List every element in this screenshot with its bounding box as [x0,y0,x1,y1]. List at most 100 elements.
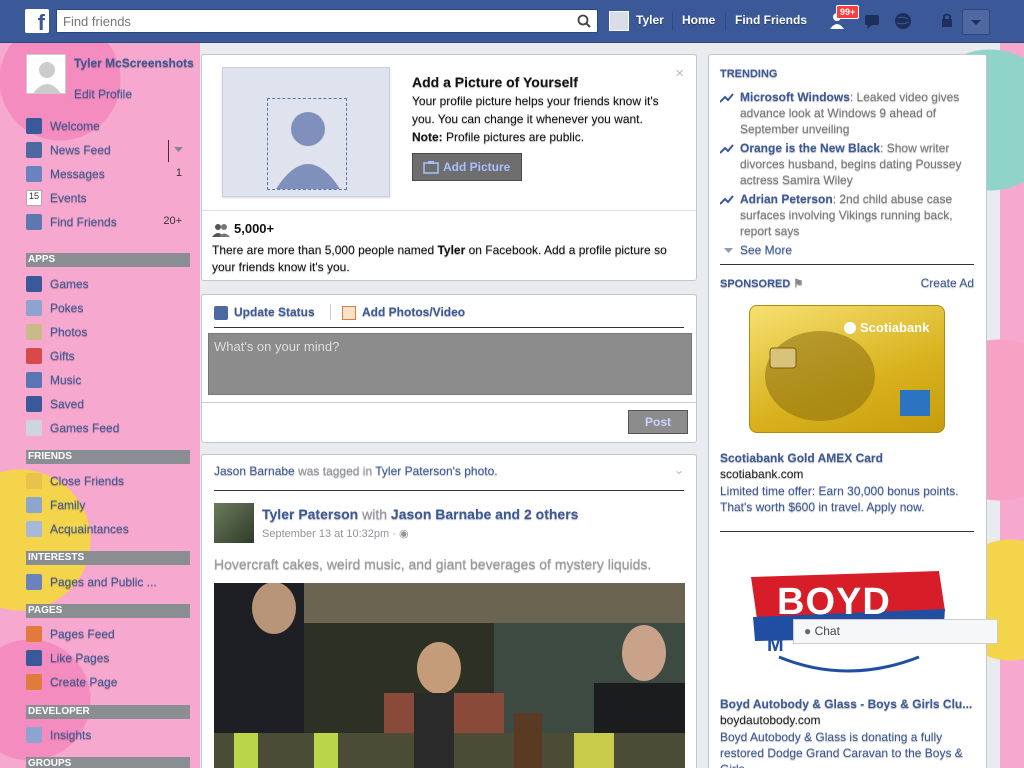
nav-label: Welcome [50,119,100,133]
nav-label: Events [50,191,87,205]
nav-item-close-friends[interactable]: Close Friends [26,471,190,491]
nav-label: Saved [50,397,85,411]
author-avatar[interactable] [214,503,254,543]
nav-item-family[interactable]: Family [26,495,190,515]
add-profile-picture-card: Add a Picture of Yourself Your profile p… [201,54,697,281]
people-count: 5,000+ [212,221,274,237]
right-column: TRENDING Microsoft Windows: Leaked video… [708,54,987,768]
photos-icon [26,324,42,340]
post-button[interactable]: Post [628,410,688,434]
trending-arrow-icon [720,144,734,154]
nav-item-games[interactable]: Games [26,274,190,294]
nav-item-photos[interactable]: Photos [26,322,190,342]
search-input[interactable] [57,10,567,32]
divider [214,327,684,328]
status-textarea[interactable]: What's on your mind? [208,333,692,395]
add-picture-button[interactable]: Add Picture [412,153,522,181]
photo-icon [342,305,356,320]
search-icon[interactable] [577,14,591,28]
post-photo[interactable] [214,583,685,768]
trending-item[interactable]: Orange is the New Black: Show writer div… [720,140,970,188]
nav-item-welcome[interactable]: Welcome [26,116,190,136]
note-text: Profile pictures are public. [442,130,585,144]
nav-item-create-page[interactable]: Create Page [26,672,190,692]
count-badge: 20+ [163,215,182,227]
privacy-shortcuts-icon[interactable] [938,10,960,32]
with-users-link[interactable]: Jason Barnabe and 2 others [391,506,579,522]
create-page-icon [26,674,42,690]
author-link[interactable]: Tyler Paterson [262,506,358,522]
nav-label: Games [50,277,89,291]
search-box [56,9,598,33]
home-link[interactable]: Home [682,13,715,27]
see-more-link[interactable]: See More [720,242,970,258]
section-header-interests: INTERESTS [26,551,190,565]
chevron-down-icon [724,248,733,253]
nav-item-pages-feed[interactable]: Pages Feed [26,624,190,644]
notification-badge: 99+ [836,5,860,19]
account-settings-button[interactable] [962,9,990,35]
nav-label: Messages [50,167,105,181]
messages-icon[interactable] [862,10,884,32]
nav-item-insights[interactable]: Insights [26,725,190,745]
nav-item-news-feed[interactable]: News Feed [26,140,190,162]
nav-item-music[interactable]: Music [26,370,190,390]
add-photos-video-tab[interactable]: Add Photos/Video [342,305,465,320]
nav-label: Acquaintances [50,522,129,536]
nav-item-saved[interactable]: Saved [26,394,190,414]
divider [202,210,696,211]
post-header: Tyler Paterson with Jason Barnabe and 2 … [262,506,578,522]
find-friends-link[interactable]: Find Friends [735,13,807,27]
ad-description: Boyd Autobody & Glass is donating a full… [720,730,963,768]
profile-name-link[interactable]: Tyler McScreenshots [74,56,194,71]
edit-profile-link[interactable]: Edit Profile [74,87,132,101]
trend-title: Adrian Peterson [740,192,833,206]
divider [168,140,169,162]
nav-item-find-friends[interactable]: Find Friends 20+ [26,212,190,232]
games-icon [26,276,42,292]
trending-header: TRENDING [720,68,778,80]
divider [720,531,974,532]
update-status-tab[interactable]: Update Status [214,305,315,320]
boyd-brand: BOYD [777,581,891,623]
nav-item-like-pages[interactable]: Like Pages [26,648,190,668]
top-bar: f Tyler Home Find Friends 99+ [0,0,1024,43]
user-avatar[interactable] [609,11,629,31]
facebook-logo[interactable]: f [25,9,49,33]
trend-title: Microsoft Windows [740,90,850,104]
chevron-down-icon[interactable] [174,147,183,153]
notifications-globe-icon[interactable] [892,10,914,32]
nav-item-games-feed[interactable]: Games Feed [26,418,190,438]
see-more-label: See More [740,243,793,257]
ad-title[interactable]: Boyd Autobody & Glass - Boys & Girls Clu… [720,697,975,711]
ad-title[interactable]: Scotiabank Gold AMEX Card [720,451,975,465]
nav-item-pages-public[interactable]: Pages and Public ... [26,572,190,592]
tagged-user-link[interactable]: Jason Barnabe [214,464,295,478]
profile-link[interactable]: Tyler [636,13,664,27]
nav-item-acquaintances[interactable]: Acquaintances [26,519,190,539]
ad-image-scotiabank-card[interactable]: Scotiabank [749,305,945,433]
nav-item-messages[interactable]: Messages 1 [26,164,190,184]
news-feed-icon [26,142,42,158]
close-icon[interactable]: × [675,65,684,82]
tagged-photo-link[interactable]: Tyler Paterson's photo. [375,464,497,478]
nav-item-events[interactable]: 15 Events [26,188,190,208]
tagged-text: was tagged in [294,464,376,478]
post-timestamp[interactable]: September 13 at 10:32pm · ◉ [262,527,409,540]
nav-item-pokes[interactable]: Pokes [26,298,190,318]
profile-picture[interactable] [26,54,66,94]
chat-bar[interactable]: ● Chat [793,619,998,644]
chevron-down-icon[interactable]: ⌄ [674,463,684,477]
nav-item-gifts[interactable]: Gifts [26,346,190,366]
trending-item[interactable]: Microsoft Windows: Leaked video gives ad… [720,89,970,137]
sponsored-label: SPONSORED [720,278,791,290]
status-composer: Update Status Add Photos/Video What's on… [201,294,697,443]
nav-label: Insights [50,728,92,742]
family-icon [26,497,42,513]
create-ad-link[interactable]: Create Ad [921,276,974,290]
trending-item[interactable]: Adrian Peterson: 2nd child abuse case su… [720,191,970,239]
nav-label: Like Pages [50,651,110,665]
profile-picture-placeholder[interactable] [222,67,390,197]
people-name: Tyler [437,243,466,257]
star-icon [26,473,42,489]
